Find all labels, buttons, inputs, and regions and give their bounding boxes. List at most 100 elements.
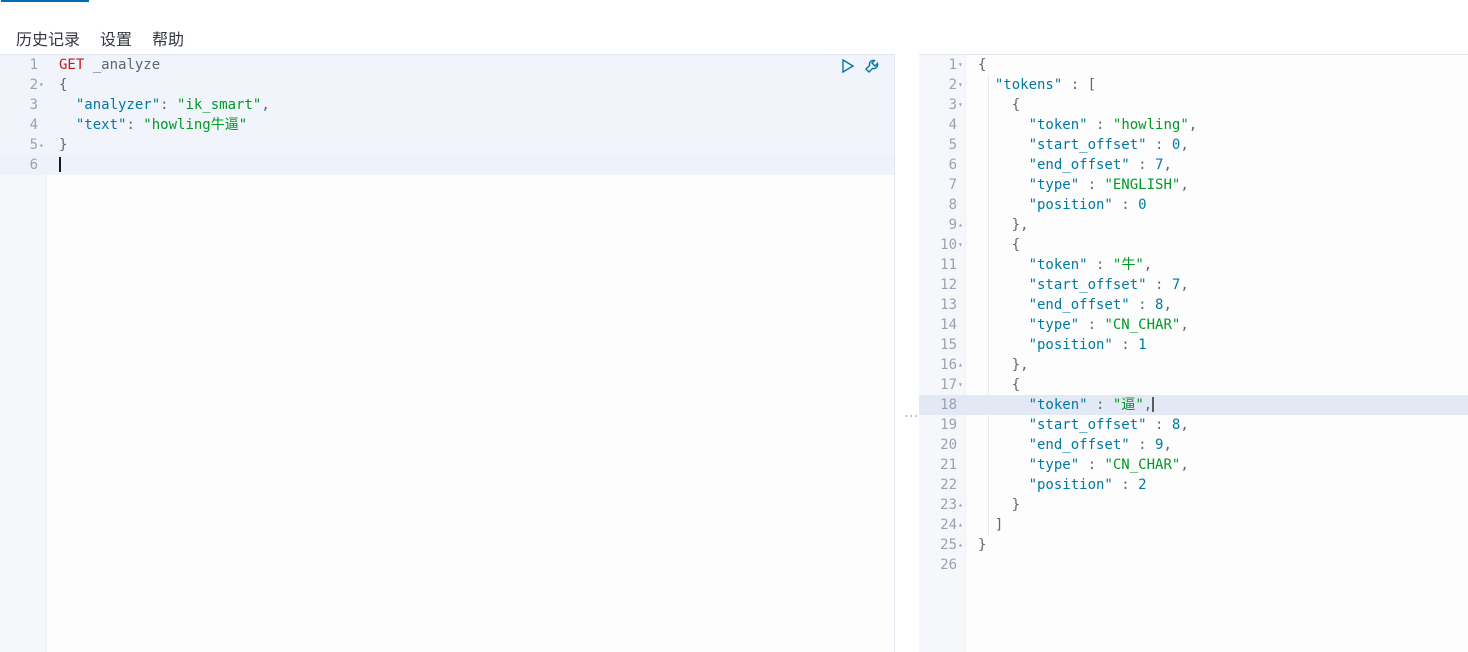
response-line[interactable]: 3▾ {	[919, 95, 1468, 115]
request-line[interactable]: 6	[0, 155, 894, 175]
line-text: {	[970, 375, 1020, 395]
response-line[interactable]: 12 "start_offset" : 7,	[919, 275, 1468, 295]
fold-toggle-icon[interactable]: ▴	[38, 135, 51, 155]
line-number: 1	[0, 55, 38, 75]
line-number: 15	[919, 335, 957, 355]
response-line[interactable]: 21 "type" : "CN_CHAR",	[919, 455, 1468, 475]
fold-toggle-icon[interactable]: ▾	[957, 55, 970, 75]
indent-guide	[988, 75, 989, 535]
line-text: "position" : 2	[970, 475, 1147, 495]
line-number: 2	[0, 75, 38, 95]
response-line[interactable]: 18 "token" : "逼",	[919, 395, 1468, 415]
line-text: GET _analyze	[51, 55, 160, 75]
fold-toggle-icon[interactable]: ▾	[957, 95, 970, 115]
line-number: 7	[919, 175, 957, 195]
response-line[interactable]: 11 "token" : "牛",	[919, 255, 1468, 275]
request-line[interactable]: 5▴}	[0, 135, 894, 155]
fold-toggle-icon[interactable]: ▴	[957, 215, 970, 235]
line-text: {	[51, 75, 67, 95]
fold-toggle-icon[interactable]: ▾	[957, 75, 970, 95]
line-text: "token" : "逼",	[970, 395, 1154, 415]
response-line[interactable]: 6 "end_offset" : 7,	[919, 155, 1468, 175]
response-line[interactable]: 26	[919, 555, 1468, 575]
response-line[interactable]: 13 "end_offset" : 8,	[919, 295, 1468, 315]
line-text: "end_offset" : 9,	[970, 435, 1172, 455]
line-number: 17	[919, 375, 957, 395]
line-text: "type" : "CN_CHAR",	[970, 455, 1189, 475]
request-line[interactable]: 1 GET _analyze	[0, 55, 894, 75]
line-text: "position" : 1	[970, 335, 1147, 355]
request-line[interactable]: 4 "text": "howling牛逼"	[0, 115, 894, 135]
line-number: 22	[919, 475, 957, 495]
response-line[interactable]: 9▴ },	[919, 215, 1468, 235]
fold-toggle-icon[interactable]: ▾	[957, 375, 970, 395]
line-number: 20	[919, 435, 957, 455]
run-button[interactable]	[840, 58, 856, 74]
line-text: "end_offset" : 7,	[970, 155, 1172, 175]
splitter-handle[interactable]: ⋮	[904, 409, 920, 420]
response-line[interactable]: 7 "type" : "ENGLISH",	[919, 175, 1468, 195]
response-line[interactable]: 25▴}	[919, 535, 1468, 555]
line-text: "type" : "CN_CHAR",	[970, 315, 1189, 335]
line-number: 25	[919, 535, 957, 555]
line-text: {	[970, 95, 1020, 115]
request-code[interactable]: 1GET _analyze2▾{3 "analyzer": "ik_smart"…	[0, 55, 894, 652]
line-number: 14	[919, 315, 957, 335]
fold-toggle-icon[interactable]: ▴	[957, 515, 970, 535]
line-text: ]	[970, 515, 1003, 535]
request-line[interactable]: 2▾{	[0, 75, 894, 95]
fold-toggle-icon[interactable]: ▾	[38, 75, 51, 95]
response-line[interactable]: 2▾ "tokens" : [	[919, 75, 1468, 95]
line-number: 12	[919, 275, 957, 295]
menu-history[interactable]: 历史记录	[16, 26, 80, 50]
response-line[interactable]: 20 "end_offset" : 9,	[919, 435, 1468, 455]
line-number: 8	[919, 195, 957, 215]
top-gap	[0, 2, 1468, 22]
fold-toggle-icon[interactable]: ▾	[957, 235, 970, 255]
response-line[interactable]: 16▴ },	[919, 355, 1468, 375]
response-line[interactable]: 5 "start_offset" : 0,	[919, 135, 1468, 155]
response-line[interactable]: 23▴ }	[919, 495, 1468, 515]
line-text: },	[970, 355, 1029, 375]
line-text: "start_offset" : 0,	[970, 135, 1189, 155]
response-line[interactable]: 15 "position" : 1	[919, 335, 1468, 355]
response-line[interactable]: 19 "start_offset" : 8,	[919, 415, 1468, 435]
menu-settings[interactable]: 设置	[100, 26, 132, 50]
request-line[interactable]: 3 "analyzer": "ik_smart",	[0, 95, 894, 115]
line-text: "position" : 0	[970, 195, 1147, 215]
response-viewer[interactable]: 1▾{2▾ "tokens" : [3▾ {4 "token" : "howli…	[919, 54, 1468, 652]
line-text: }	[970, 535, 986, 555]
line-text: },	[970, 215, 1029, 235]
line-number: 5	[919, 135, 957, 155]
line-text: "token" : "牛",	[970, 255, 1152, 275]
response-line[interactable]: 14 "type" : "CN_CHAR",	[919, 315, 1468, 335]
line-text: "start_offset" : 7,	[970, 275, 1189, 295]
line-text: "end_offset" : 8,	[970, 295, 1172, 315]
response-line[interactable]: 17▾ {	[919, 375, 1468, 395]
fold-toggle-icon[interactable]: ▴	[957, 495, 970, 515]
response-line[interactable]: 10▾ {	[919, 235, 1468, 255]
response-line[interactable]: 8 "position" : 0	[919, 195, 1468, 215]
menubar: 历史记录 设置 帮助	[0, 22, 1468, 54]
line-text: "start_offset" : 8,	[970, 415, 1189, 435]
line-number: 16	[919, 355, 957, 375]
request-editor[interactable]: 1GET _analyze2▾{3 "analyzer": "ik_smart"…	[0, 54, 895, 652]
line-number: 3	[919, 95, 957, 115]
response-code[interactable]: 1▾{2▾ "tokens" : [3▾ {4 "token" : "howli…	[919, 55, 1468, 652]
line-text: "type" : "ENGLISH",	[970, 175, 1189, 195]
response-line[interactable]: 24▴ ]	[919, 515, 1468, 535]
fold-toggle-icon[interactable]: ▴	[957, 355, 970, 375]
text-cursor	[1152, 397, 1154, 412]
wrench-icon	[864, 58, 880, 74]
line-number: 1	[919, 55, 957, 75]
line-text: "token" : "howling",	[970, 115, 1197, 135]
response-line[interactable]: 22 "position" : 2	[919, 475, 1468, 495]
response-line[interactable]: 1▾{	[919, 55, 1468, 75]
response-line[interactable]: 4 "token" : "howling",	[919, 115, 1468, 135]
wrench-button[interactable]	[864, 58, 880, 74]
request-actions	[840, 58, 880, 74]
menu-help[interactable]: 帮助	[152, 26, 184, 50]
fold-toggle-icon[interactable]: ▴	[957, 535, 970, 555]
line-number: 11	[919, 255, 957, 275]
line-number: 10	[919, 235, 957, 255]
